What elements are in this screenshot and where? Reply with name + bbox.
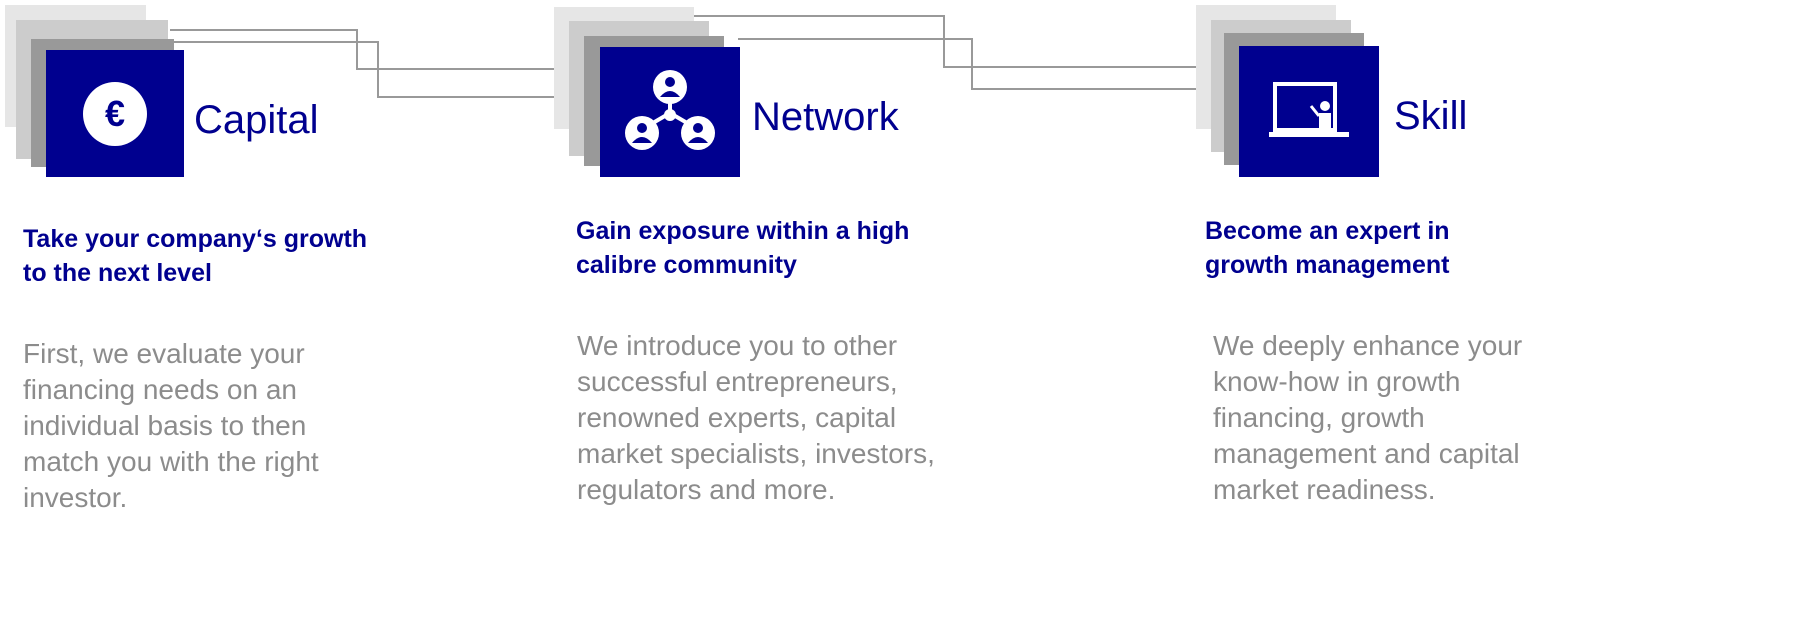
connector-network-skill-upper [694,15,1196,68]
people-network-icon [625,70,715,150]
connector-lines [170,15,1208,98]
pillar-headline-skill: Become an expert in growth management [1205,217,1450,279]
skill-icon-stack [1196,5,1379,177]
capital-tile: € [46,50,184,177]
pillar-headline-capital: Take your company‘s growth to the next l… [23,225,368,287]
capital-icon-stack: € [5,5,185,177]
network-icon-stack [554,7,740,177]
connector-network-skill-lower [738,38,1208,90]
pillar-body-capital: First, we evaluate your financing needs … [23,338,319,513]
pillar-label-capital: Capital [194,98,319,142]
pillar-body-network: We introduce you to other successful ent… [577,330,935,505]
pillar-headline-network: Gain exposure within a high calibre comm… [576,217,910,279]
pillar-body-skill: We deeply enhance your know-how in growt… [1213,330,1523,505]
euro-coin-icon: € [83,81,147,146]
pillar-label-network: Network [752,95,899,139]
teacher-board-icon [1269,81,1349,137]
connector-capital-network-upper [170,29,554,70]
network-tile [600,47,740,177]
skill-tile [1239,46,1379,177]
svg-text:€: € [105,93,125,134]
pillar-label-skill: Skill [1394,94,1468,138]
